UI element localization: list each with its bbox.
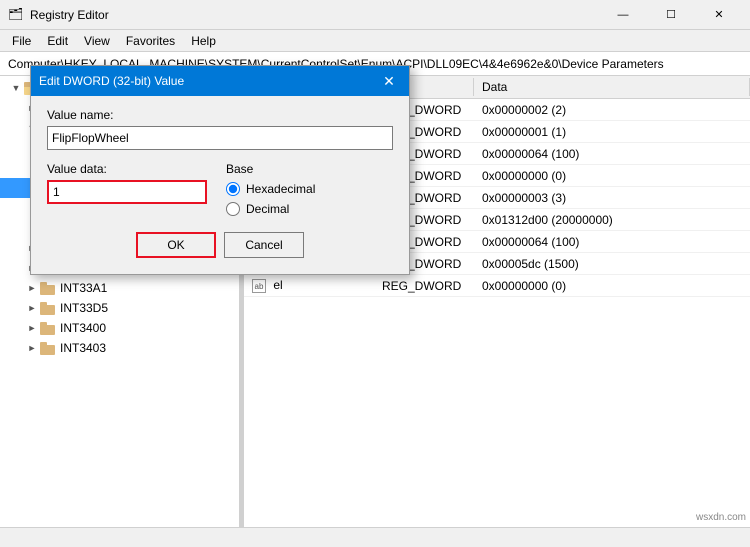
- status-bar: [0, 527, 750, 547]
- dialog-data-row: Value data: Base Hexadecimal Decimal: [47, 162, 393, 216]
- menu-view[interactable]: View: [76, 32, 118, 50]
- value-data-6: 0x00000064 (100): [474, 234, 750, 250]
- value-data-0: 0x00000002 (2): [474, 102, 750, 118]
- tree-label-int3403: INT3403: [60, 341, 106, 355]
- value-data-3: 0x00000000 (0): [474, 168, 750, 184]
- edit-dword-dialog: Edit DWORD (32-bit) Value ✕ Value name: …: [30, 65, 410, 275]
- minimize-button[interactable]: —: [600, 0, 646, 30]
- title-bar: 🗂 Registry Editor — ☐ ✕: [0, 0, 750, 30]
- value-name-input[interactable]: [47, 126, 393, 150]
- value-data-input[interactable]: [47, 180, 207, 204]
- value-data-label: Value data:: [47, 162, 214, 176]
- tree-item-int33d5[interactable]: ► INT33D5: [0, 298, 239, 318]
- value-data-8: 0x00000000 (0): [474, 278, 750, 294]
- tree-label-int3400: INT3400: [60, 321, 106, 335]
- tree-item-int3400[interactable]: ► INT3400: [0, 318, 239, 338]
- value-data-4: 0x00000003 (3): [474, 190, 750, 206]
- value-data-5: 0x01312d00 (20000000): [474, 212, 750, 228]
- app-title: Registry Editor: [30, 8, 600, 22]
- radio-dec-label: Decimal: [246, 202, 289, 216]
- app-icon: 🗂: [8, 7, 24, 23]
- dialog-title: Edit DWORD (32-bit) Value: [39, 74, 377, 88]
- folder-icon-int33d5: [40, 301, 56, 315]
- tree-item-int33a1[interactable]: ► INT33A1: [0, 278, 239, 298]
- radio-hexadecimal[interactable]: Hexadecimal: [226, 182, 393, 196]
- menu-favorites[interactable]: Favorites: [118, 32, 183, 50]
- value-name-8: ab el: [244, 277, 374, 294]
- maximize-button[interactable]: ☐: [648, 0, 694, 30]
- radio-decimal[interactable]: Decimal: [226, 202, 393, 216]
- folder-icon-int3403: [40, 341, 56, 355]
- radio-hex-label: Hexadecimal: [246, 182, 315, 196]
- expander-int33a1[interactable]: ►: [24, 280, 40, 296]
- value-name-label: Value name:: [47, 108, 393, 122]
- value-type-8: REG_DWORD: [374, 278, 474, 294]
- dialog-body: Value name: Value data: Base Hexadecimal: [31, 96, 409, 274]
- dialog-title-bar: Edit DWORD (32-bit) Value ✕: [31, 66, 409, 96]
- tree-label-int33a1: INT33A1: [60, 281, 107, 295]
- expander-currentcontrolset[interactable]: ▼: [8, 80, 24, 96]
- folder-icon-int33a1: [40, 281, 56, 295]
- value-data-section: Value data:: [47, 162, 214, 204]
- tree-item-int3403[interactable]: ► INT3403: [0, 338, 239, 358]
- value-data-7: 0x00005dc (1500): [474, 256, 750, 272]
- menu-edit[interactable]: Edit: [39, 32, 76, 50]
- watermark: wsxdn.com: [696, 512, 746, 523]
- value-data-2: 0x00000064 (100): [474, 146, 750, 162]
- dialog-close-button[interactable]: ✕: [377, 69, 401, 93]
- base-label: Base: [226, 162, 393, 176]
- folder-icon-int3400: [40, 321, 56, 335]
- menu-file[interactable]: File: [4, 32, 39, 50]
- expander-int3403[interactable]: ►: [24, 340, 40, 356]
- reg-icon-8: ab: [252, 279, 266, 293]
- value-data-1: 0x00000001 (1): [474, 124, 750, 140]
- radio-hex-input[interactable]: [226, 182, 240, 196]
- tree-label-int33d5: INT33D5: [60, 301, 108, 315]
- close-button[interactable]: ✕: [696, 0, 742, 30]
- ok-button[interactable]: OK: [136, 232, 216, 258]
- window-controls: — ☐ ✕: [600, 0, 742, 30]
- radio-group: Hexadecimal Decimal: [226, 182, 393, 216]
- dialog-buttons: OK Cancel: [47, 232, 393, 262]
- menu-bar: File Edit View Favorites Help: [0, 30, 750, 52]
- col-header-data[interactable]: Data: [474, 78, 750, 96]
- cancel-button[interactable]: Cancel: [224, 232, 304, 258]
- table-row[interactable]: ab el REG_DWORD 0x00000000 (0): [244, 275, 750, 297]
- base-section: Base Hexadecimal Decimal: [226, 162, 393, 216]
- expander-int3400[interactable]: ►: [24, 320, 40, 336]
- menu-help[interactable]: Help: [183, 32, 224, 50]
- radio-dec-input[interactable]: [226, 202, 240, 216]
- expander-int33d5[interactable]: ►: [24, 300, 40, 316]
